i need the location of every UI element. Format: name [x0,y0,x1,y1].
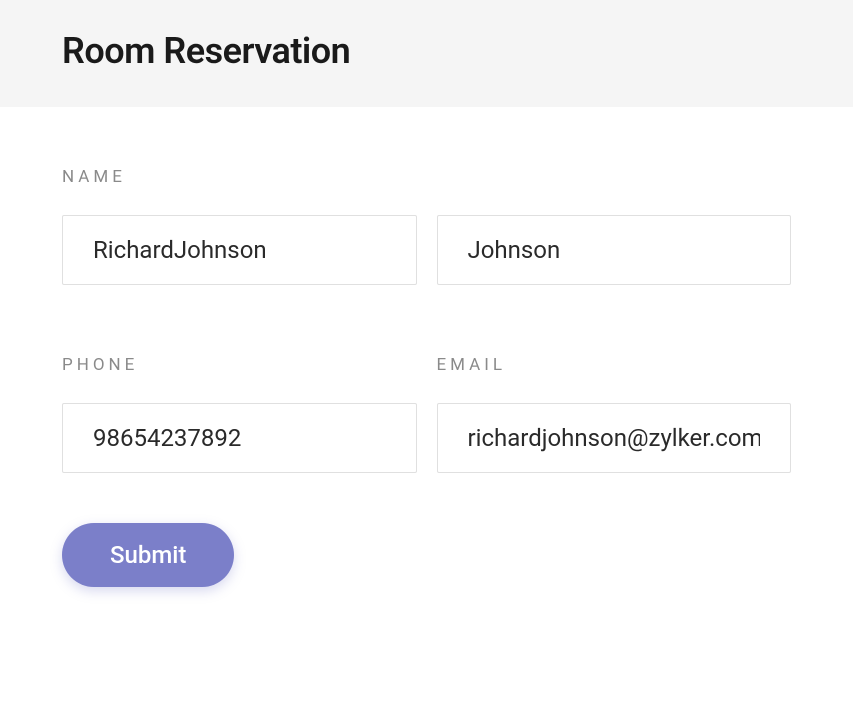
submit-button[interactable]: Submit [62,523,234,587]
phone-input[interactable] [62,403,417,473]
page-header: Room Reservation [0,0,853,107]
email-input[interactable] [437,403,792,473]
page-title: Room Reservation [62,30,791,72]
email-col: EMAIL [437,355,792,473]
contact-row: PHONE EMAIL [62,355,791,473]
phone-label: PHONE [62,355,417,375]
reservation-form: NAME PHONE EMAIL Submit [0,107,853,627]
phone-col: PHONE [62,355,417,473]
last-name-col [437,215,792,285]
first-name-col [62,215,417,285]
name-row [62,215,791,285]
first-name-input[interactable] [62,215,417,285]
email-label: EMAIL [437,355,792,375]
name-label: NAME [62,167,791,187]
last-name-input[interactable] [437,215,792,285]
